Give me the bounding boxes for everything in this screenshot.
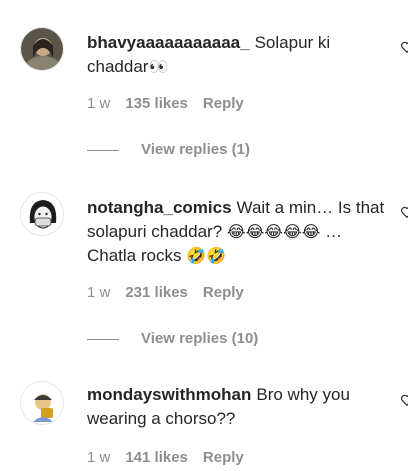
comment-time: 1 w [87, 449, 111, 466]
comment-likes[interactable]: 141 likes [125, 449, 188, 466]
laughing-emojis: 😂😂😂😂😂 [226, 222, 321, 241]
comment-time: 1 w [87, 95, 111, 112]
comment-time: 1 w [87, 284, 111, 301]
comment-meta: 1 w 141 likes Reply [87, 449, 244, 466]
comment-meta: 1 w 231 likes Reply [87, 284, 244, 301]
comment-likes[interactable]: 231 likes [125, 284, 188, 301]
rofl-emojis: 🤣🤣 [186, 246, 227, 265]
avatar[interactable] [20, 192, 64, 236]
avatar-illustration [21, 382, 63, 424]
heart-icon[interactable] [400, 40, 408, 54]
comment-username[interactable]: notangha_comics [87, 198, 232, 217]
view-replies-button[interactable]: View replies (10) [87, 330, 258, 347]
reply-button[interactable]: Reply [203, 284, 244, 301]
comment-meta: 1 w 135 likes Reply [87, 95, 244, 112]
reply-button[interactable]: Reply [203, 95, 244, 112]
avatar-illustration [21, 193, 63, 235]
eyes-emoji: 👀 [148, 57, 169, 76]
reply-button[interactable]: Reply [203, 449, 244, 466]
heart-icon[interactable] [400, 393, 408, 407]
heart-icon[interactable] [400, 205, 408, 219]
comment-body: mondayswithmohan Bro why you wearing a ch… [87, 383, 387, 431]
divider-line [87, 338, 119, 340]
view-replies-label: View replies (10) [141, 330, 259, 347]
comment-body: notangha_comics Wait a min… Is that solap… [87, 196, 387, 268]
comment-username[interactable]: mondayswithmohan [87, 385, 251, 404]
avatar[interactable] [20, 27, 64, 71]
comment-username[interactable]: bhavyaaaaaaaaaaa_ [87, 33, 250, 52]
avatar[interactable] [20, 381, 64, 425]
comment-likes[interactable]: 135 likes [125, 95, 188, 112]
view-replies-label: View replies (1) [141, 141, 250, 158]
divider-line [87, 149, 119, 151]
view-replies-button[interactable]: View replies (1) [87, 141, 250, 158]
avatar-photo [21, 28, 63, 70]
comment-body: bhavyaaaaaaaaaaa_ Solapur ki chaddar👀 [87, 31, 387, 79]
